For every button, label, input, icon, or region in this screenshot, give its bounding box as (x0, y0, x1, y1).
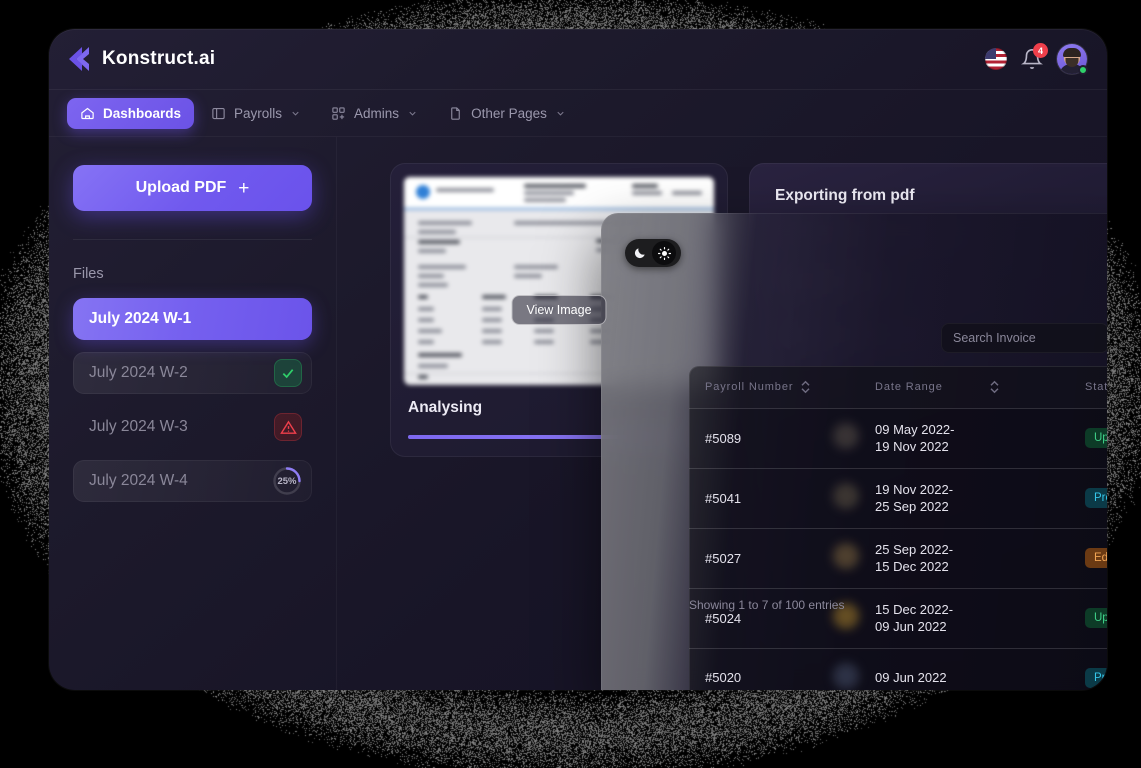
cell-date-range: 25 Sep 2022- 15 Dec 2022 (855, 541, 953, 576)
status-badge: Processing (1085, 488, 1107, 508)
check-icon (274, 359, 302, 387)
file-icon (448, 106, 463, 121)
cell-date-range: 19 Nov 2022- 25 Sep 2022 (855, 481, 953, 516)
cell-payroll-number: #5020 (689, 648, 839, 690)
chevron-down-icon (555, 108, 566, 119)
column-label: Status (1085, 381, 1107, 393)
notifications-button[interactable]: 4 (1021, 48, 1043, 70)
invoice-table-body: #5089 09 May 2022- 19 Nov 2022 Uploaded … (689, 408, 1107, 690)
export-panel-title: Exporting from pdf (749, 163, 1107, 205)
nav-item-other-pages[interactable]: Other Pages (435, 98, 579, 129)
cell-date-range: 09 May 2022- 19 Nov 2022 (855, 421, 955, 456)
nav-label-dashboards: Dashboards (103, 106, 181, 121)
home-icon (80, 106, 95, 121)
file-item-w2[interactable]: July 2024 W-2 (73, 352, 312, 394)
status-badge: Processing (1085, 668, 1107, 688)
plus-icon: + (238, 179, 249, 198)
table-row[interactable]: #5041 19 Nov 2022- 25 Sep 2022 Processin… (689, 468, 1107, 528)
view-image-button[interactable]: View Image (511, 295, 606, 325)
search-row: Search (941, 323, 1107, 353)
status-badge: Editing (1085, 548, 1107, 568)
grid-plus-icon (331, 106, 346, 121)
sidebar: Upload PDF + Files July 2024 W-1 July 20… (49, 137, 337, 690)
cell-payroll-number: #5041 (689, 468, 839, 528)
us-flag-icon[interactable] (985, 48, 1007, 70)
panel-icon (211, 106, 226, 121)
pagination: Showing 1 to 7 of 100 entries Previous 1 (689, 591, 1107, 619)
sidebar-divider (73, 239, 312, 240)
file-name: July 2024 W-1 (89, 310, 302, 328)
file-list: July 2024 W-1 July 2024 W-2 July 2024 W-… (73, 298, 312, 502)
column-payroll-number[interactable]: Payroll Number (689, 366, 839, 408)
column-label: Payroll Number (705, 381, 793, 393)
brand-name: Konstruct.ai (102, 48, 215, 70)
search-input[interactable] (941, 323, 1107, 353)
progress-percent: 25% (272, 466, 302, 496)
notification-count: 4 (1033, 43, 1048, 58)
online-status-dot (1078, 65, 1088, 75)
upload-pdf-button[interactable]: Upload PDF + (73, 165, 312, 211)
chevron-left-logo-icon (69, 46, 91, 72)
column-label: Date Range (875, 381, 943, 393)
column-status: Status (1049, 366, 1107, 408)
upload-pdf-label: Upload PDF (136, 179, 227, 197)
chevron-down-icon (407, 108, 418, 119)
invoice-table-head: Payroll Number Date Range Stat (689, 366, 1107, 408)
cell-payroll-number: #5089 (689, 408, 839, 468)
table-row[interactable]: #5089 09 May 2022- 19 Nov 2022 Uploaded (689, 408, 1107, 468)
nav-label-admins: Admins (354, 106, 399, 121)
cell-date-range: 09 Jun 2022 (855, 669, 947, 687)
invoice-table: Payroll Number Date Range Stat #5089 09 … (689, 366, 1107, 690)
column-date-range[interactable]: Date Range (839, 366, 1049, 408)
file-name: July 2024 W-2 (89, 364, 274, 382)
app-window: Konstruct.ai 4 Dashboards Payrolls Admin… (49, 29, 1107, 690)
sort-arrows-icon (989, 380, 1000, 394)
progress-ring: 25% (272, 466, 302, 496)
file-item-w4[interactable]: July 2024 W-4 25% (73, 460, 312, 502)
topbar-actions: 4 (985, 44, 1087, 74)
nav-item-payrolls[interactable]: Payrolls (198, 98, 314, 129)
file-name: July 2024 W-4 (89, 472, 272, 490)
chevron-down-icon (290, 108, 301, 119)
cell-payroll-number: #5027 (689, 528, 839, 588)
main-nav: Dashboards Payrolls Admins Other Pages (49, 90, 1107, 137)
files-label: Files (73, 266, 312, 282)
brand[interactable]: Konstruct.ai (69, 46, 215, 72)
warning-triangle-icon (274, 413, 302, 441)
file-name: July 2024 W-3 (89, 418, 274, 436)
invoice-table-panel: Search Payroll Number (601, 213, 1107, 690)
file-item-w3[interactable]: July 2024 W-3 (73, 406, 312, 448)
status-badge: Uploaded (1085, 428, 1107, 448)
nav-label-payrolls: Payrolls (234, 106, 282, 121)
table-header-row: Payroll Number Date Range Stat (689, 366, 1107, 408)
avatar[interactable] (1057, 44, 1087, 74)
nav-item-admins[interactable]: Admins (318, 98, 431, 129)
nav-label-other-pages: Other Pages (471, 106, 547, 121)
table-row[interactable]: #5020 09 Jun 2022 Processing (689, 648, 1107, 690)
nav-item-dashboards[interactable]: Dashboards (67, 98, 194, 129)
table-row[interactable]: #5027 25 Sep 2022- 15 Dec 2022 Editing (689, 528, 1107, 588)
topbar: Konstruct.ai 4 (49, 29, 1107, 90)
showing-entries-label: Showing 1 to 7 of 100 entries (689, 598, 844, 612)
file-item-w1[interactable]: July 2024 W-1 (73, 298, 312, 340)
sort-arrows-icon (800, 380, 811, 394)
floating-glass-panel: Search Payroll Number (601, 213, 1107, 690)
